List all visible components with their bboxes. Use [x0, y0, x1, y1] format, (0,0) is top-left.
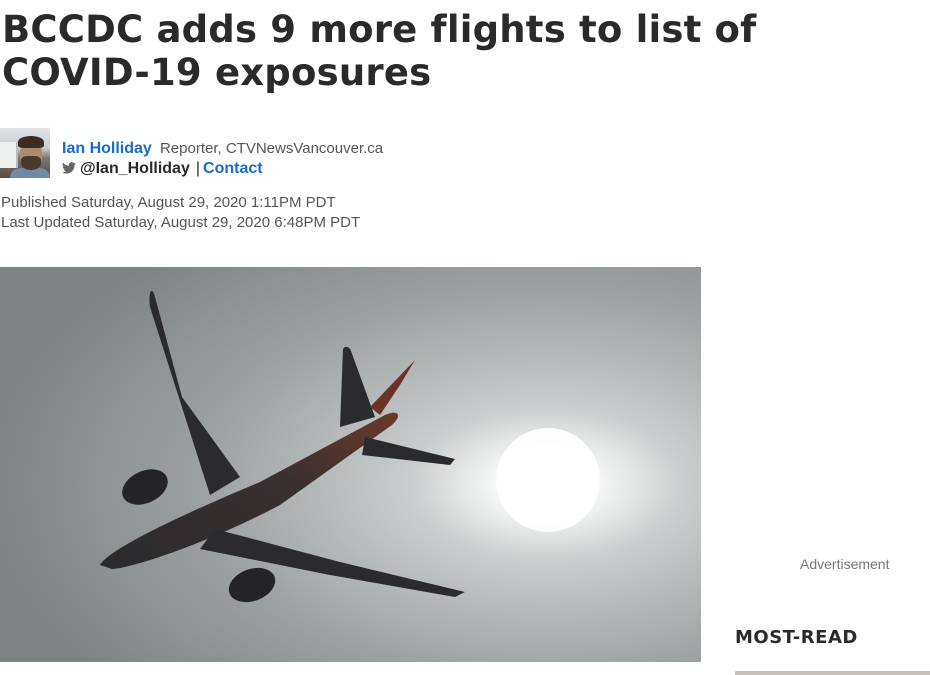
author-line: Ian Holliday Reporter, CTVNewsVancouver.…	[62, 140, 383, 158]
twitter-icon	[62, 162, 76, 174]
article-dates: Published Saturday, August 29, 2020 1:11…	[1, 193, 360, 233]
hero-image	[0, 267, 701, 662]
author-name-link[interactable]: Ian Holliday	[62, 140, 152, 157]
twitter-handle-link[interactable]: @Ian_Holliday	[80, 160, 190, 177]
most-read-heading: MOST-READ	[735, 627, 858, 648]
separator: |	[195, 160, 201, 177]
airplane-silhouette-image	[0, 267, 701, 662]
author-role: Reporter, CTVNewsVancouver.ca	[159, 140, 384, 157]
advertisement-label: Advertisement	[800, 556, 890, 572]
social-line: @Ian_Holliday | Contact	[62, 160, 263, 178]
article-headline: BCCDC adds 9 more flights to list of COV…	[2, 8, 757, 94]
contact-link[interactable]: Contact	[203, 160, 263, 177]
author-avatar[interactable]	[0, 128, 50, 178]
most-read-divider	[735, 671, 930, 675]
updated-date: Last Updated Saturday, August 29, 2020 6…	[1, 214, 361, 231]
published-date: Published Saturday, August 29, 2020 1:11…	[1, 194, 336, 211]
